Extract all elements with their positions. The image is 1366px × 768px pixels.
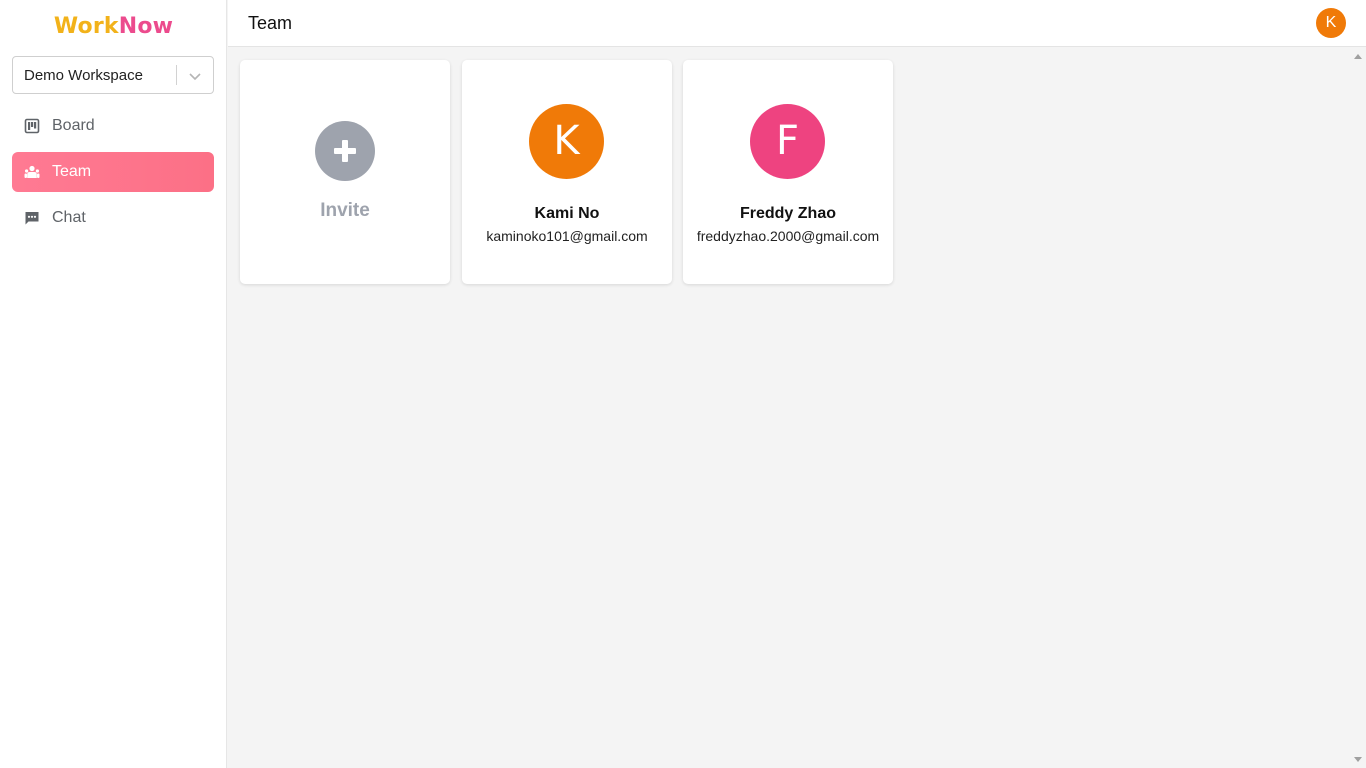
logo-part-work: Work: [53, 14, 119, 39]
invite-label: Invite: [320, 200, 370, 221]
logo-part-now: Now: [118, 14, 174, 39]
top-bar: Team K: [228, 0, 1366, 47]
page-title: Team: [248, 13, 293, 33]
sidebar-item-board[interactable]: Board: [12, 106, 214, 146]
member-email: kaminoko101@gmail.com: [486, 228, 648, 244]
workspace-select[interactable]: Demo Workspace: [12, 56, 214, 94]
plus-icon: [315, 121, 375, 181]
sidebar-item-label: Team: [52, 163, 92, 180]
sidebar-item-team[interactable]: Team: [12, 152, 214, 192]
member-email: freddyzhao.2000@gmail.com: [696, 228, 880, 244]
member-card[interactable]: K Kami No kaminoko101@gmail.com: [462, 60, 672, 284]
scroll-down-arrow-icon[interactable]: [1354, 757, 1362, 762]
team-icon: [24, 164, 40, 180]
member-card[interactable]: F Freddy Zhao freddyzhao.2000@gmail.com: [683, 60, 893, 284]
select-separator: [176, 65, 177, 85]
chat-icon: [24, 210, 40, 226]
sidebar-item-label: Board: [52, 117, 95, 134]
sidebar-item-chat[interactable]: Chat: [12, 198, 214, 238]
board-icon: [24, 118, 40, 134]
invite-card[interactable]: Invite: [240, 60, 450, 284]
user-avatar[interactable]: K: [1316, 8, 1346, 38]
member-avatar: F: [750, 104, 825, 179]
member-avatar: K: [529, 104, 604, 179]
scroll-up-arrow-icon[interactable]: [1354, 54, 1362, 59]
app-logo[interactable]: WorkNow: [0, 14, 227, 39]
sidebar-item-label: Chat: [52, 209, 86, 226]
chevron-down-icon[interactable]: [187, 68, 203, 84]
scrollbar[interactable]: [1350, 48, 1366, 768]
member-name: Freddy Zhao: [739, 205, 836, 222]
member-name: Kami No: [534, 205, 600, 222]
sidebar: WorkNow Demo Workspace Board Team Chat: [0, 0, 227, 768]
workspace-select-value: Demo Workspace: [24, 67, 143, 84]
